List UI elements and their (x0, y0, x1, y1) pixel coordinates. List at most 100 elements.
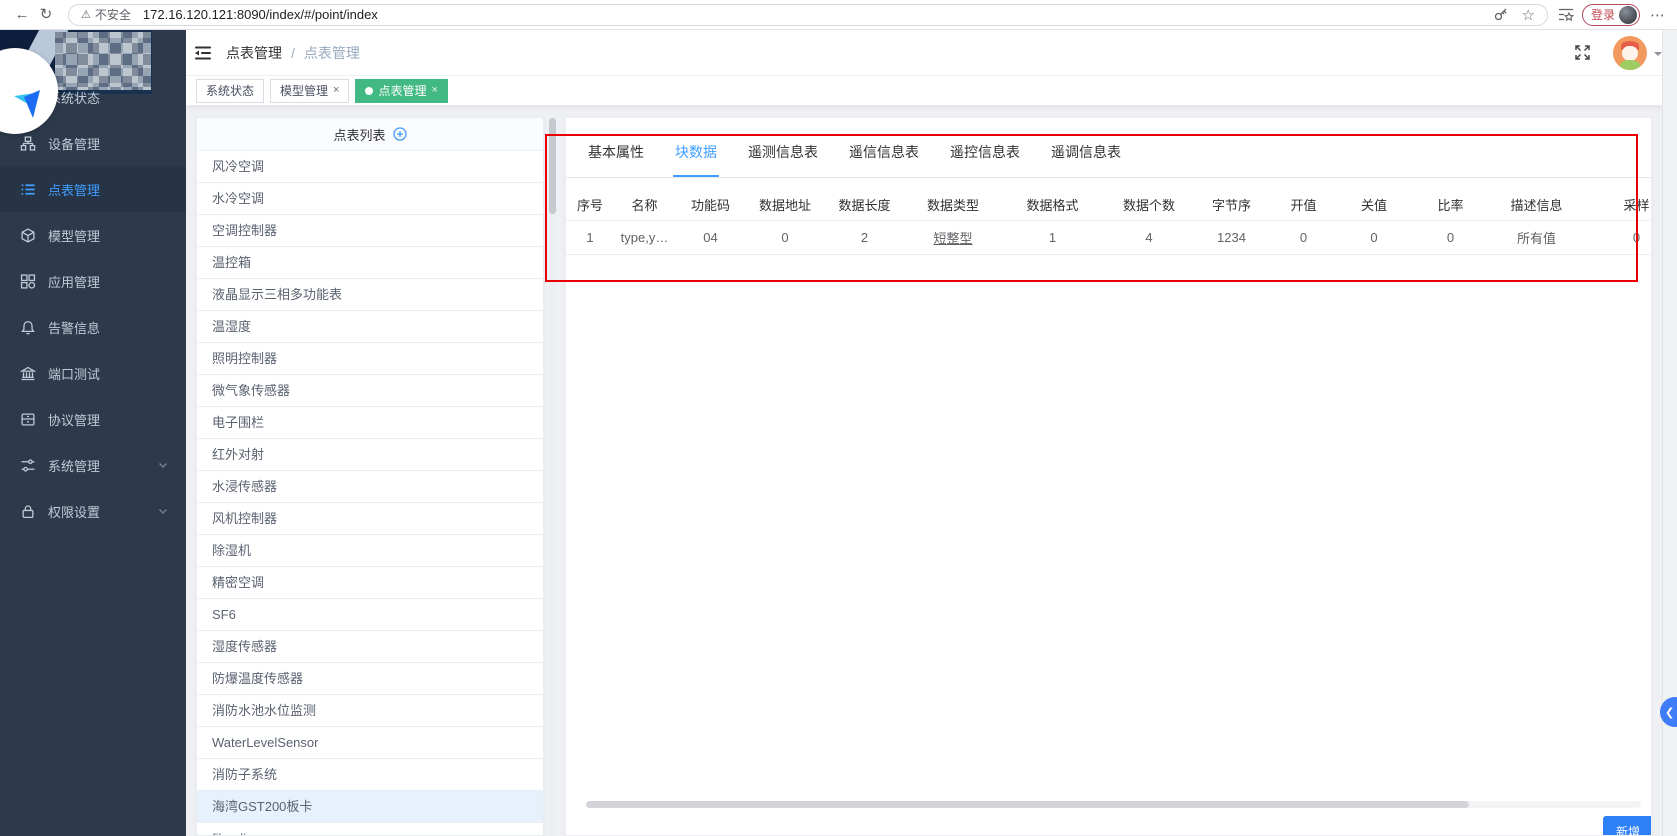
point-list-item[interactable]: 微气象传感器 (197, 375, 543, 407)
column-header: 开值 (1269, 195, 1338, 214)
point-list-item[interactable]: 电子围栏 (197, 407, 543, 439)
sidebar-item-系统管理[interactable]: 系统管理 (0, 442, 186, 488)
tab-遥测信息表[interactable]: 遥测信息表 (746, 142, 820, 177)
point-list-item[interactable]: 空调控制器 (197, 215, 543, 247)
table-cell: type,y… (614, 230, 675, 245)
table-h-scrollbar (586, 801, 1641, 808)
sidebar-item-模型管理[interactable]: 模型管理 (0, 212, 186, 258)
address-bar[interactable]: ⚠ 不安全 172.16.120.121:8090/index/#/point/… (68, 4, 1548, 26)
menu-fold-icon[interactable] (186, 45, 226, 61)
close-icon[interactable]: × (431, 85, 437, 96)
point-list-item[interactable]: 风冷空调 (197, 151, 543, 183)
sidebar-item-label: 系统管理 (48, 456, 100, 475)
sidebar-item-告警信息[interactable]: 告警信息 (0, 304, 186, 350)
chevron-left-icon: ❮ (1665, 706, 1674, 719)
fullscreen-icon[interactable] (1574, 44, 1591, 61)
table-h-scrollbar-thumb[interactable] (586, 801, 1469, 808)
cube-icon (20, 227, 36, 243)
back-icon[interactable]: ← (10, 7, 34, 22)
sidebar-item-label: 权限设置 (48, 502, 100, 521)
breadcrumb-level1[interactable]: 点表管理 (226, 43, 282, 63)
point-list-item[interactable]: 消防水池水位监测 (197, 695, 543, 727)
screen: ← ↻ ⚠ 不安全 172.16.120.121:8090/index/#/po… (0, 0, 1677, 836)
browser-menu-icon[interactable]: ⋯ (1648, 6, 1667, 24)
point-list-item[interactable]: 液晶显示三相多功能表 (197, 279, 543, 311)
close-icon[interactable]: × (333, 85, 339, 96)
sidebar-item-label: 端口测试 (48, 364, 100, 383)
detail-tabs: 基本属性块数据遥测信息表遥信信息表遥控信息表遥调信息表 (566, 118, 1651, 178)
column-header: 名称 (614, 195, 675, 214)
tag-label: 系统状态 (206, 82, 254, 99)
sitemap-icon (20, 135, 36, 151)
column-header: 数据长度 (824, 195, 905, 214)
tag-label: 模型管理 (280, 82, 328, 99)
table-cell: 1 (566, 230, 614, 245)
table-cell: 所有值 (1491, 228, 1582, 247)
point-list-item[interactable]: 除湿机 (197, 535, 543, 567)
point-list-item[interactable]: 风机控制器 (197, 503, 543, 535)
browser-profile-avatar (1619, 6, 1637, 24)
chevron-down-icon (158, 460, 168, 470)
sidebar-item-端口测试[interactable]: 端口测试 (0, 350, 186, 396)
point-list-item[interactable]: 海湾GST200板卡 (197, 791, 543, 823)
point-list-panel: 点表列表 风冷空调水冷空调空调控制器温控箱液晶显示三相多功能表温湿度照明控制器微… (196, 117, 544, 836)
point-list-item[interactable]: 湿度传感器 (197, 631, 543, 663)
table-cell: 0 (746, 230, 824, 245)
refresh-icon[interactable]: ↻ (34, 7, 58, 22)
tag-点表管理[interactable]: 点表管理 × (355, 79, 447, 103)
point-list-header: 点表列表 (197, 118, 543, 151)
column-header: 功能码 (675, 195, 746, 214)
circle-plus-icon[interactable] (393, 127, 407, 141)
tag-label: 点表管理 (378, 82, 426, 99)
tag-系统状态[interactable]: 系统状态 (196, 79, 264, 103)
point-list-item[interactable]: file_dis (197, 823, 543, 836)
block-data-table: 序号名称功能码数据地址数据长度数据类型数据格式数据个数字节序开值关值比率描述信息… (566, 188, 1652, 255)
sidebar-item-点表管理[interactable]: 点表管理 (0, 166, 186, 212)
tag-模型管理[interactable]: 模型管理 × (270, 79, 349, 103)
point-list-item[interactable]: 红外对射 (197, 439, 543, 471)
tab-遥控信息表[interactable]: 遥控信息表 (948, 142, 1022, 177)
app-header: 点表管理 / 点表管理 (186, 30, 1662, 76)
user-avatar[interactable] (1613, 36, 1647, 70)
table-cell: 1234 (1194, 230, 1269, 245)
chevron-down-icon (158, 506, 168, 516)
favorites-hub-icon[interactable] (1558, 7, 1574, 22)
point-list-item[interactable]: 温湿度 (197, 311, 543, 343)
grid-icon (20, 273, 36, 289)
point-list-item[interactable]: 温控箱 (197, 247, 543, 279)
point-list-item[interactable]: 防爆温度传感器 (197, 663, 543, 695)
tab-遥调信息表[interactable]: 遥调信息表 (1049, 142, 1123, 177)
point-list-item[interactable]: 消防子系统 (197, 759, 543, 791)
breadcrumb: 点表管理 / 点表管理 (226, 43, 360, 63)
tab-遥信信息表[interactable]: 遥信信息表 (847, 142, 921, 177)
point-list-title: 点表列表 (333, 125, 385, 144)
column-header: 序号 (566, 195, 614, 214)
bookmark-star-icon[interactable]: ☆ (1522, 6, 1535, 24)
sidebar-item-label: 设备管理 (48, 134, 100, 153)
point-list-item[interactable]: 照明控制器 (197, 343, 543, 375)
list-scrollbar-thumb[interactable] (549, 118, 556, 214)
point-list-item[interactable]: WaterLevelSensor (197, 727, 543, 759)
point-list-item[interactable]: 水冷空调 (197, 183, 543, 215)
breadcrumb-level2: 点表管理 (304, 43, 360, 63)
tab-基本属性[interactable]: 基本属性 (586, 142, 646, 177)
security-label[interactable]: 不安全 (95, 6, 131, 23)
point-list-item[interactable]: 精密空调 (197, 567, 543, 599)
table-cell: 短整型 (905, 228, 1001, 247)
point-list-item[interactable]: SF6 (197, 599, 543, 631)
browser-login-button[interactable]: 登录 (1582, 4, 1640, 26)
protocol-icon (20, 411, 36, 427)
sidebar-item-应用管理[interactable]: 应用管理 (0, 258, 186, 304)
column-header: 比率 (1410, 195, 1491, 214)
password-key-icon[interactable] (1493, 7, 1508, 22)
column-header: 数据个数 (1104, 195, 1194, 214)
table-cell: 2 (824, 230, 905, 245)
avatar-dropdown-caret[interactable] (1654, 52, 1662, 60)
sidebar-item-协议管理[interactable]: 协议管理 (0, 396, 186, 442)
point-list-item[interactable]: 水浸传感器 (197, 471, 543, 503)
tab-块数据[interactable]: 块数据 (673, 142, 719, 177)
add-button[interactable]: 新增 (1603, 816, 1652, 836)
sidebar-item-权限设置[interactable]: 权限设置 (0, 488, 186, 534)
url-text[interactable]: 172.16.120.121:8090/index/#/point/index (143, 7, 378, 22)
lock-icon (20, 503, 36, 519)
